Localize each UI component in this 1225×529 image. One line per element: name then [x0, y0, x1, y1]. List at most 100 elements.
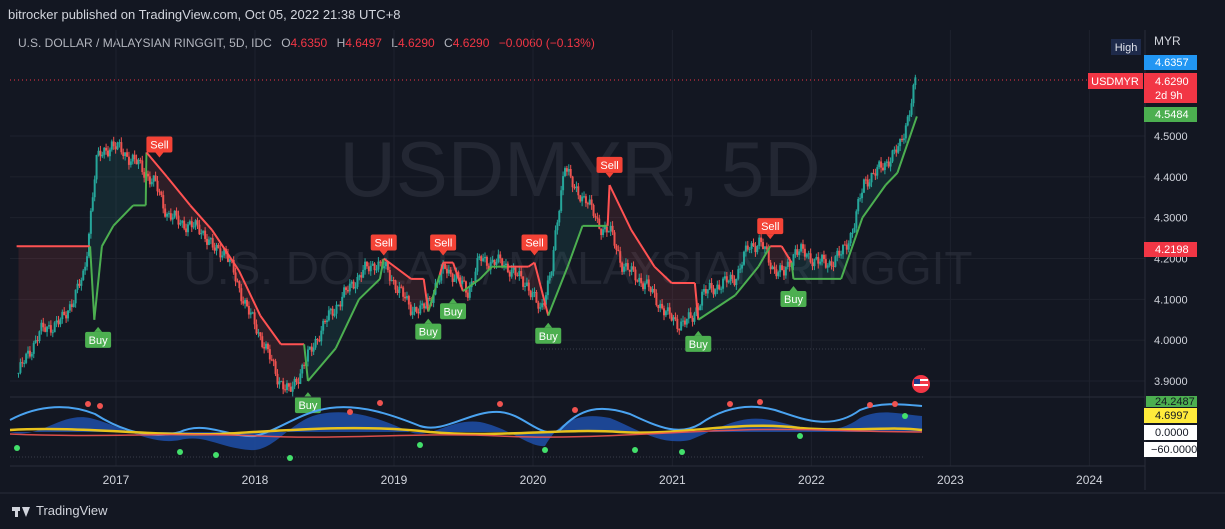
candle-body — [360, 275, 363, 278]
candle-body — [769, 262, 772, 270]
candle-body — [339, 304, 342, 307]
candle-body — [611, 225, 614, 233]
watermark-subtitle: U.S. DOLLAR / MALAYSIAN RINGGIT — [184, 242, 973, 294]
candle-body — [23, 362, 26, 364]
trend-fill — [382, 258, 426, 315]
candle-body — [423, 303, 426, 309]
candle-body — [693, 313, 696, 322]
candle-body — [59, 319, 62, 325]
candle-body — [727, 280, 730, 283]
candle-body — [333, 313, 336, 316]
candle-body — [265, 343, 268, 349]
candle-body — [782, 270, 785, 276]
candle-body — [76, 283, 79, 290]
high-tag-bg — [1111, 39, 1141, 55]
candle-body — [413, 306, 416, 312]
candle-body — [529, 290, 532, 298]
trailing-stop-segment — [166, 176, 192, 207]
y-tick-label: 3.9000 — [1154, 376, 1188, 388]
trailing-stop-segment — [303, 344, 309, 382]
candle-body — [38, 331, 41, 342]
candle-body — [55, 320, 58, 323]
candle-body — [821, 254, 824, 262]
signal-box — [370, 234, 397, 251]
signal-pointer — [303, 392, 312, 398]
candle-body — [725, 276, 728, 283]
candle-body — [579, 195, 582, 202]
candle-body — [74, 289, 77, 304]
candle-body — [910, 103, 913, 115]
candle-body — [47, 325, 50, 327]
red-value-label: 4.2198 — [1155, 244, 1189, 256]
candle-body — [466, 292, 469, 298]
candle-body — [183, 220, 186, 229]
candle-body — [107, 150, 110, 157]
candle-body — [845, 244, 848, 250]
candle-body — [864, 179, 867, 181]
trend-fill — [427, 298, 430, 309]
trend-fill — [456, 272, 459, 278]
candle-body — [514, 267, 517, 276]
candle-body — [628, 269, 631, 272]
trend-fill — [507, 262, 544, 309]
sell-signal-label: Sell — [430, 234, 457, 256]
candle-body — [226, 253, 229, 262]
trend-fill — [793, 77, 916, 279]
candle-body — [219, 248, 222, 258]
signal-pointer — [544, 322, 553, 328]
candle-body — [53, 322, 56, 333]
signal-pointer — [424, 318, 433, 324]
candle-body — [883, 162, 886, 171]
footer-brand[interactable]: TradingView — [12, 503, 108, 518]
candle-body — [876, 167, 879, 176]
candle-body — [293, 378, 296, 387]
candle-body — [127, 156, 130, 165]
candle-body — [57, 320, 60, 325]
candle-body — [602, 229, 605, 235]
candle-body — [613, 232, 616, 246]
price-scale: 4.5000 4.4000 4.3000 4.2000 4.1000 4.0000 3.90… — [1088, 30, 1225, 500]
ind-v1-label: 24.2487 — [1155, 396, 1195, 408]
candle-body — [137, 159, 140, 165]
trailing-stop-segment — [757, 245, 772, 268]
candle-body — [592, 205, 595, 216]
candle-body — [508, 272, 511, 277]
x-tick-label: 2024 — [1076, 473, 1103, 487]
candle-body — [849, 233, 852, 244]
candle-body — [36, 340, 39, 342]
candle-body — [287, 383, 290, 387]
candle-body — [588, 199, 591, 205]
us-flag-icon[interactable] — [912, 375, 930, 393]
change-value: −0.0060 (−0.13%) — [498, 36, 595, 50]
candle-body — [885, 161, 888, 163]
sell-signal-label: Sell — [521, 234, 548, 256]
candle-body — [520, 271, 523, 277]
candle-body — [181, 220, 184, 223]
footer-brand-label: TradingView — [36, 503, 108, 518]
candle-body — [862, 179, 865, 193]
candle-body — [318, 339, 321, 342]
candle-body — [291, 386, 294, 392]
candle-body — [457, 272, 460, 278]
candle-body — [826, 265, 829, 268]
candle-body — [897, 146, 900, 153]
candle-body — [562, 176, 565, 191]
candle-body — [324, 320, 327, 323]
candle-body — [135, 159, 138, 165]
candle-body — [704, 289, 707, 294]
wave-line — [9, 403, 923, 438]
candle-body — [424, 306, 427, 309]
candle-body — [775, 269, 778, 277]
green-value-bg — [1144, 107, 1197, 122]
signal-line — [9, 424, 923, 436]
candle-body — [668, 307, 671, 315]
buy-signal-label: Buy — [85, 326, 112, 348]
signal-pointer — [439, 250, 448, 256]
candle-body — [381, 261, 384, 269]
trend-fill — [768, 246, 792, 277]
candle-body — [177, 215, 180, 225]
candle-body — [832, 266, 835, 268]
candle-body — [887, 161, 890, 167]
candle-body — [131, 154, 134, 162]
candle-body — [305, 361, 308, 366]
